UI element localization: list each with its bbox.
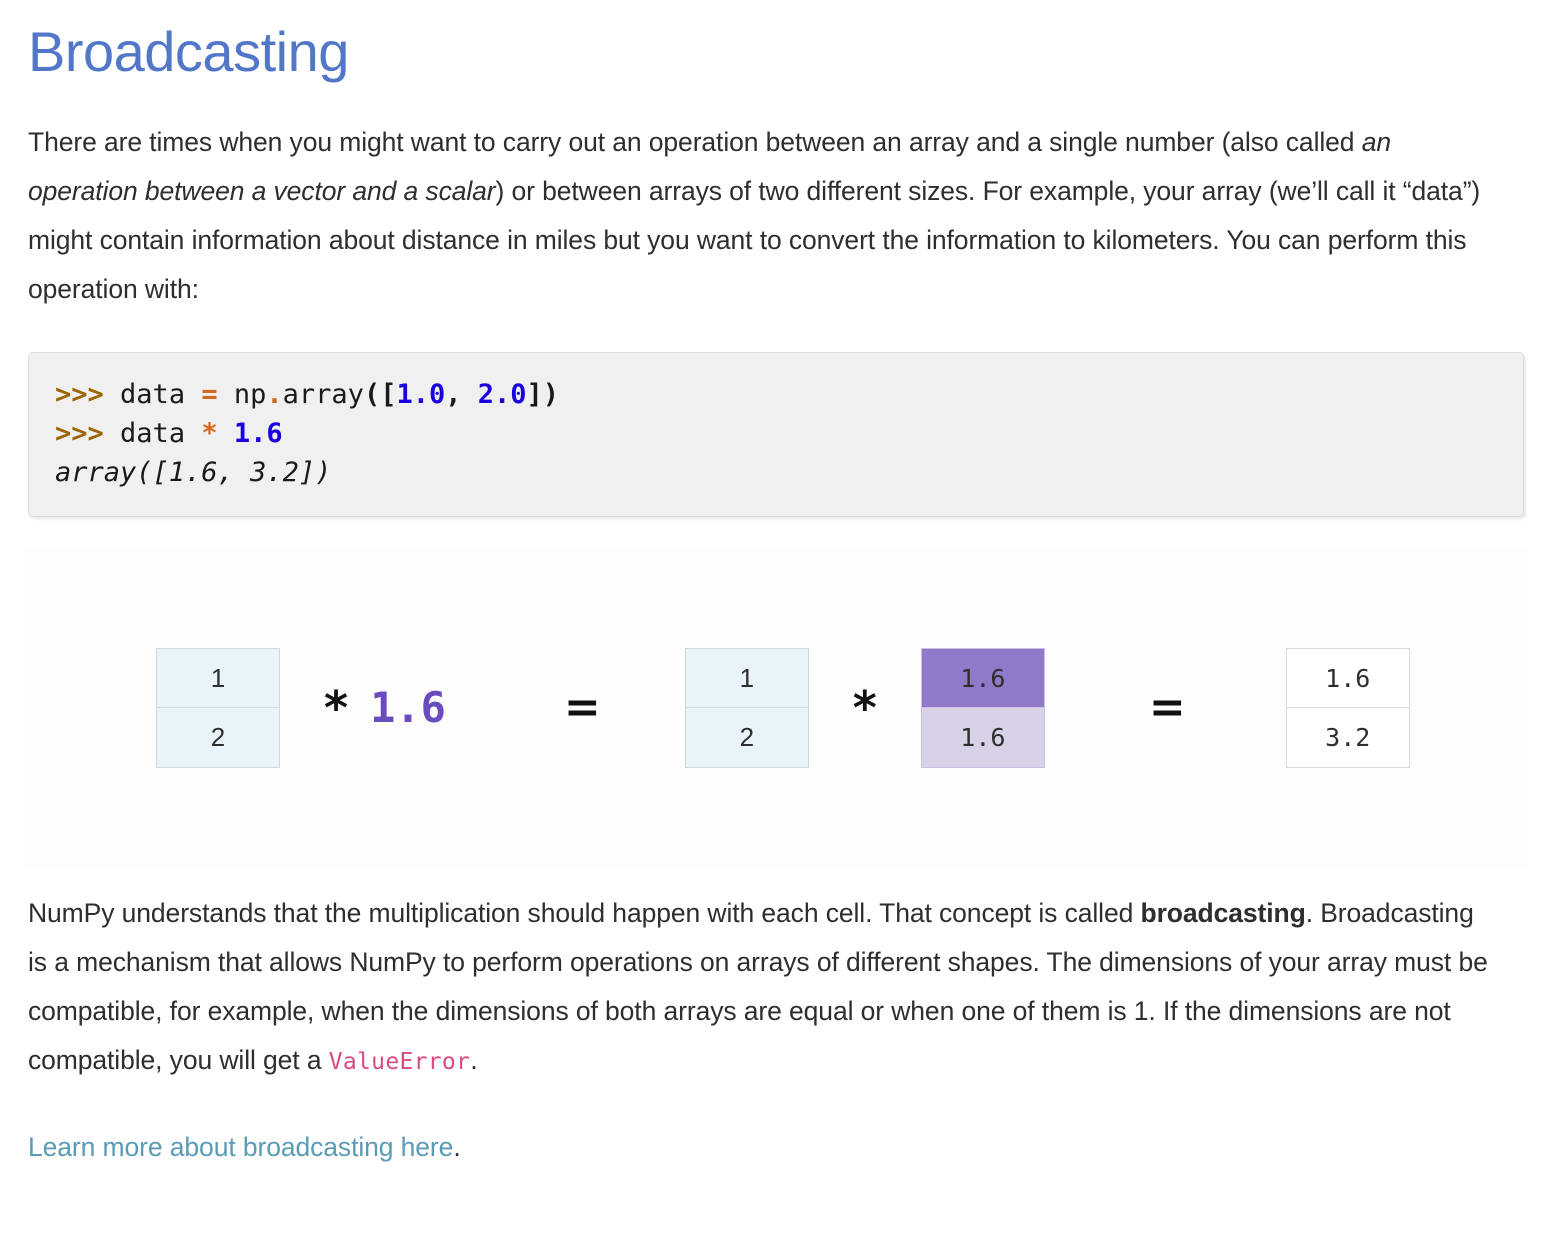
- array-cell: 1: [156, 648, 280, 709]
- var-token: data: [120, 379, 186, 411]
- num2-token: 2.0: [477, 379, 527, 411]
- explanation-paragraph: NumPy understands that the multiplicatio…: [24, 889, 1528, 1087]
- scalar-value: 1.6: [370, 683, 446, 733]
- explain-text-part3: .: [470, 1045, 478, 1076]
- valueerror-code: ValueError: [328, 1049, 471, 1076]
- var-token-2: data: [120, 418, 186, 450]
- result-array: 1.6 3.2: [1285, 648, 1410, 769]
- equals-operator-2: =: [1148, 682, 1186, 734]
- array-cell: 3.2: [1285, 708, 1410, 769]
- array-cell: 1: [684, 648, 809, 709]
- module-token: np: [233, 379, 267, 411]
- intro-text-part1: There are times when you might want to c…: [28, 127, 1362, 158]
- array-cell: 2: [156, 708, 280, 769]
- comma-token: ,: [445, 379, 478, 411]
- multiply-operator: *: [324, 681, 349, 736]
- array-cell: 1.6: [920, 648, 1045, 709]
- broadcast-array: 1.6 1.6: [920, 648, 1045, 769]
- broadcasting-learn-more-link[interactable]: Learn more about broadcasting here: [28, 1132, 453, 1162]
- code-line-1: >>> data = np.array([1.0, 2.0]): [55, 375, 1497, 414]
- num1-token: 1.0: [396, 379, 446, 411]
- data-array-middle: 1 2: [684, 648, 809, 769]
- explain-bold-term: broadcasting: [1140, 898, 1306, 929]
- close-bracket-token: ]): [526, 379, 560, 411]
- equals-token: =: [201, 379, 218, 411]
- diagram-inner: 1 2 * 1.6 = 1 2 * 1.6 1.6 = 1.6 3.2: [24, 648, 1528, 769]
- dot-token: .: [266, 379, 283, 411]
- func-token: array: [282, 379, 364, 411]
- footer-period: .: [453, 1132, 461, 1163]
- code-output-line: array([1.6, 3.2]): [55, 457, 332, 489]
- footer-link-paragraph: Learn more about broadcasting here.: [24, 1123, 1528, 1172]
- documentation-page: Broadcasting There are times when you mi…: [0, 0, 1552, 1172]
- code-line-2: >>> data * 1.6: [55, 414, 1497, 453]
- multiply-operator-2: *: [852, 681, 877, 736]
- open-bracket-token: ([: [363, 379, 397, 411]
- array-cell: 2: [684, 708, 809, 769]
- prompt-token-2: >>>: [55, 418, 104, 450]
- equals-operator: =: [563, 682, 601, 734]
- code-block[interactable]: >>> data = np.array([1.0, 2.0]) >>> data…: [28, 352, 1524, 518]
- data-array-left: 1 2: [156, 648, 280, 769]
- explain-text-part1: NumPy understands that the multiplicatio…: [28, 898, 1141, 929]
- star-token: *: [201, 418, 218, 450]
- page-title: Broadcasting: [28, 20, 349, 83]
- prompt-token: >>>: [55, 379, 104, 411]
- num-token-2: 1.6: [233, 418, 283, 450]
- array-cell: 1.6: [920, 708, 1045, 769]
- intro-paragraph: There are times when you might want to c…: [24, 82, 1528, 314]
- broadcasting-diagram: 1 2 * 1.6 = 1 2 * 1.6 1.6 = 1.6 3.2: [24, 551, 1528, 866]
- array-cell: 1.6: [1285, 648, 1410, 709]
